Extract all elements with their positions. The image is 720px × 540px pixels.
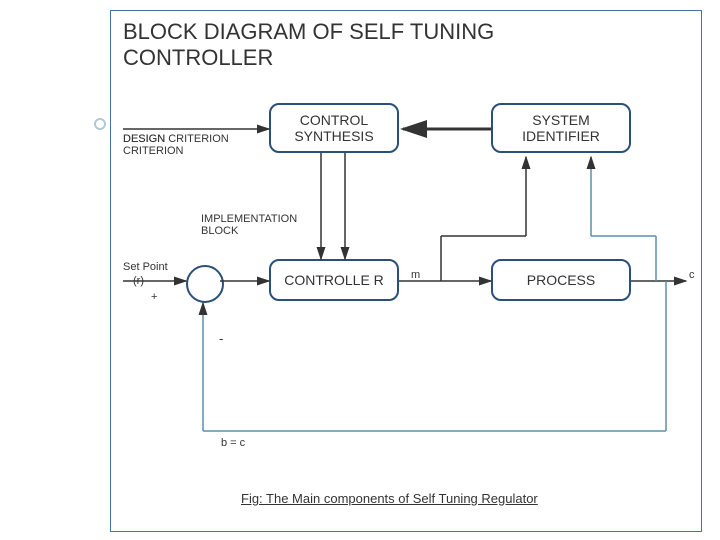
decorative-ring-icon [94,118,106,130]
diagram-frame: BLOCK DIAGRAM OF SELF TUNING CONTROLLER … [110,10,702,532]
connector-lines [111,11,701,531]
